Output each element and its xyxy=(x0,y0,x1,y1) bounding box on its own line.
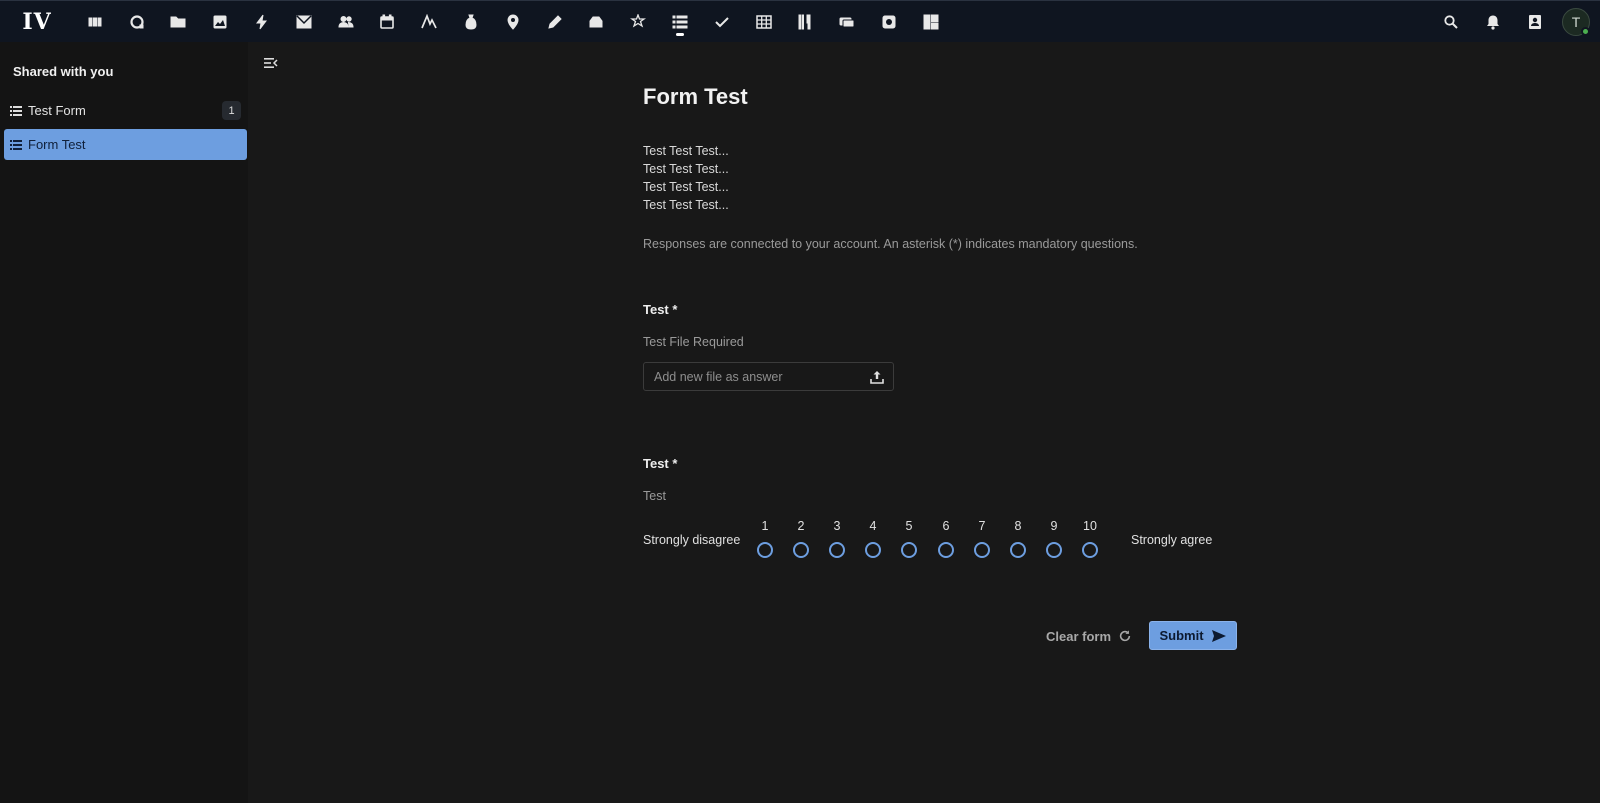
scale-option-number: 5 xyxy=(905,519,913,533)
sidebar-item-form-test[interactable]: Form Test xyxy=(4,129,247,160)
radio-button[interactable] xyxy=(901,542,917,558)
top-navigation-bar: IV T xyxy=(0,0,1600,42)
sidebar-item-label: Test Form xyxy=(28,103,86,118)
radio-button[interactable] xyxy=(1046,542,1062,558)
refresh-icon xyxy=(1119,630,1131,642)
edit-app-icon[interactable] xyxy=(534,1,576,43)
scale-option[interactable]: 7 xyxy=(970,519,994,558)
mail-app-icon[interactable] xyxy=(283,1,325,43)
scale-low-label: Strongly disagree xyxy=(643,533,741,547)
scale-option[interactable]: 10 xyxy=(1078,519,1102,558)
form-description-line: Test Test Test... xyxy=(643,198,729,212)
maps-app-icon[interactable] xyxy=(492,1,534,43)
online-status-dot xyxy=(1581,27,1590,36)
contacts-menu-icon[interactable] xyxy=(1514,1,1556,43)
calendar-app-icon[interactable] xyxy=(367,1,409,43)
scale-option[interactable]: 3 xyxy=(825,519,849,558)
collapse-sidebar-button[interactable] xyxy=(262,55,280,71)
files-app-icon[interactable] xyxy=(158,1,200,43)
deck-app-icon[interactable] xyxy=(910,1,952,43)
mandatory-note: Responses are connected to your account.… xyxy=(643,237,1138,251)
scale-option[interactable]: 4 xyxy=(861,519,885,558)
scale-option-number: 7 xyxy=(978,519,986,533)
form-description-line: Test Test Test... xyxy=(643,162,729,176)
scale-option-number: 2 xyxy=(797,519,805,533)
avatar-initial: T xyxy=(1571,14,1581,30)
upload-icon[interactable] xyxy=(869,369,885,385)
notifications-bell-icon[interactable] xyxy=(1472,1,1514,43)
scale-option-number: 4 xyxy=(869,519,877,533)
scale-option[interactable]: 9 xyxy=(1042,519,1066,558)
send-icon xyxy=(1211,629,1226,642)
question-description: Test File Required xyxy=(643,335,744,349)
submit-label: Submit xyxy=(1159,628,1204,643)
list-icon xyxy=(10,105,22,116)
form-description-line: Test Test Test... xyxy=(643,180,729,194)
scale-option[interactable]: 8 xyxy=(1006,519,1030,558)
file-upload-placeholder: Add new file as answer xyxy=(654,369,783,384)
header-actions: T xyxy=(1430,1,1600,43)
radio-button[interactable] xyxy=(974,542,990,558)
radio-button[interactable] xyxy=(1082,542,1098,558)
tables-app-icon[interactable] xyxy=(743,1,785,43)
scale-option[interactable]: 1 xyxy=(753,519,777,558)
photos-app-icon[interactable] xyxy=(199,1,241,43)
form-title: Form Test xyxy=(643,84,748,109)
clear-form-label: Clear form xyxy=(1046,628,1112,644)
cospend-app-icon[interactable] xyxy=(826,1,868,43)
submit-button[interactable]: Submit xyxy=(1149,621,1237,650)
stack-app-icon[interactable] xyxy=(576,1,618,43)
scale-option-number: 6 xyxy=(942,519,950,533)
app-menu xyxy=(74,1,952,43)
scale-option[interactable]: 5 xyxy=(897,519,921,558)
form-description-line: Test Test Test... xyxy=(643,144,729,158)
user-avatar[interactable]: T xyxy=(1562,8,1590,36)
contacts-app-icon[interactable] xyxy=(325,1,367,43)
scale-option-number: 8 xyxy=(1014,519,1022,533)
scale-option-number: 10 xyxy=(1083,519,1097,533)
cookbook-app-icon[interactable] xyxy=(785,1,827,43)
radio-button[interactable] xyxy=(793,542,809,558)
notes-app-icon[interactable] xyxy=(408,1,450,43)
scale-option-number: 1 xyxy=(761,519,769,533)
question-title: Test * xyxy=(643,302,678,317)
file-upload-field[interactable]: Add new file as answer xyxy=(643,362,894,391)
question-title: Test * xyxy=(643,456,678,471)
dashboard-app-icon[interactable] xyxy=(74,1,116,43)
scale-option[interactable]: 2 xyxy=(789,519,813,558)
scale-high-label: Strongly agree xyxy=(1131,533,1213,547)
tasks-app-icon[interactable] xyxy=(701,1,743,43)
radio-button[interactable] xyxy=(757,542,773,558)
sidebar-heading: Shared with you xyxy=(13,64,114,79)
radio-button[interactable] xyxy=(938,542,954,558)
search-icon[interactable] xyxy=(1430,1,1472,43)
question-description: Test xyxy=(643,489,666,503)
circles-app-icon[interactable] xyxy=(116,1,158,43)
forms-app-icon[interactable] xyxy=(659,1,701,43)
activity-app-icon[interactable] xyxy=(241,1,283,43)
list-icon xyxy=(10,139,22,150)
sidebar-item-label: Form Test xyxy=(28,137,86,152)
camera-app-icon[interactable] xyxy=(868,1,910,43)
unread-count-badge: 1 xyxy=(222,101,241,120)
clear-form-button[interactable]: Clear form xyxy=(1046,626,1132,646)
money-app-icon[interactable] xyxy=(450,1,492,43)
scale-option[interactable]: 6 xyxy=(934,519,958,558)
sidebar: Shared with you Test Form 1 Form Test xyxy=(0,42,248,803)
magic-app-icon[interactable] xyxy=(617,1,659,43)
scale-option-number: 3 xyxy=(833,519,841,533)
scale-option-number: 9 xyxy=(1050,519,1058,533)
menu-collapse-icon xyxy=(264,58,278,68)
radio-button[interactable] xyxy=(829,542,845,558)
sidebar-item-test-form[interactable]: Test Form 1 xyxy=(4,95,247,126)
app-logo[interactable]: IV xyxy=(0,1,74,43)
radio-button[interactable] xyxy=(1010,542,1026,558)
radio-button[interactable] xyxy=(865,542,881,558)
